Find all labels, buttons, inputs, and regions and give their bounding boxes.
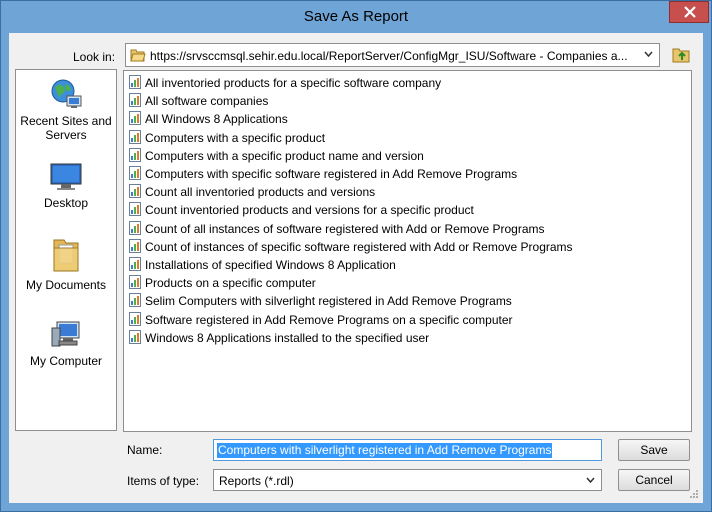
report-icon xyxy=(129,275,141,290)
file-name: Installations of specified Windows 8 App… xyxy=(145,258,396,272)
name-label: Name: xyxy=(127,443,163,457)
file-name: All Windows 8 Applications xyxy=(145,112,288,127)
places-bar: Recent Sites and Servers Desktop My Docu… xyxy=(15,69,117,431)
look-in-path: https://srvsccmsql.sehir.edu.local/Repor… xyxy=(150,49,628,63)
look-in-dropdown[interactable]: https://srvsccmsql.sehir.edu.local/Repor… xyxy=(125,43,660,67)
report-icon xyxy=(129,257,141,271)
file-name: Windows 8 Applications installed to the … xyxy=(145,330,430,345)
place-label: Recent Sites and Servers xyxy=(20,114,112,142)
report-icon xyxy=(129,147,141,162)
report-icon xyxy=(129,220,141,235)
report-icon xyxy=(129,202,141,217)
title-bar[interactable]: Save As Report xyxy=(1,1,711,33)
place-label: My Computer xyxy=(29,354,103,368)
report-icon xyxy=(129,129,141,144)
report-icon xyxy=(129,329,141,344)
file-name: All inventoried products for a specific … xyxy=(145,76,442,90)
file-name: Computers with specific software registe… xyxy=(145,167,518,181)
cancel-button[interactable]: Cancel xyxy=(618,469,690,491)
report-icon xyxy=(129,111,141,126)
report-icon xyxy=(129,166,141,180)
name-input[interactable]: Computers with silverlight registered in… xyxy=(213,439,602,461)
open-folder-icon xyxy=(130,49,146,62)
chevron-down-icon xyxy=(586,477,595,483)
report-icon xyxy=(129,75,141,89)
report-icon xyxy=(129,184,141,199)
save-button[interactable]: Save xyxy=(618,439,690,461)
file-name: Count inventoried products and versions … xyxy=(145,203,474,218)
file-name: Count of instances of specific software … xyxy=(145,239,573,254)
items-of-type-label: Items of type: xyxy=(127,474,200,488)
file-name: Selim Computers with silverlight registe… xyxy=(145,294,512,309)
close-icon xyxy=(684,6,696,18)
file-name: Count all inventoried products and versi… xyxy=(145,185,376,200)
computer-icon xyxy=(51,321,80,347)
file-name: Computers with a specific product name a… xyxy=(145,148,424,163)
dialog-body: Look in: https://srvsccmsql.sehir.edu.lo… xyxy=(9,33,703,503)
file-name: All software companies xyxy=(145,94,269,109)
file-name: Products on a specific computer xyxy=(145,276,316,291)
place-my-documents[interactable]: My Documents xyxy=(16,236,116,292)
globe-computer-icon xyxy=(51,79,82,108)
report-icon xyxy=(129,311,141,326)
file-name: Computers with a specific product xyxy=(145,130,326,145)
place-label: My Documents xyxy=(25,278,107,292)
close-button[interactable] xyxy=(669,1,709,23)
up-one-level-icon[interactable] xyxy=(671,44,691,64)
documents-folder-icon xyxy=(53,239,79,272)
report-icon xyxy=(129,238,141,253)
place-desktop[interactable]: Desktop xyxy=(16,162,116,210)
save-as-report-dialog: Save As Report Look in: https://srvsccms… xyxy=(0,0,712,512)
file-name: Count of all instances of software regis… xyxy=(145,221,545,236)
dialog-title: Save As Report xyxy=(303,8,409,25)
place-my-computer[interactable]: My Computer xyxy=(16,318,116,368)
chevron-down-icon xyxy=(644,51,653,57)
file-name: Software registered in Add Remove Progra… xyxy=(145,312,513,327)
resize-grip-icon[interactable] xyxy=(689,489,699,499)
file-list[interactable]: All inventoried products for a specific … xyxy=(123,70,692,432)
items-of-type-value: Reports (*.rdl) xyxy=(219,474,294,488)
items-of-type-dropdown[interactable]: Reports (*.rdl) xyxy=(213,469,602,491)
name-input-selected-text: Computers with silverlight registered in… xyxy=(217,443,553,458)
desktop-icon xyxy=(50,163,82,190)
look-in-label: Look in: xyxy=(73,50,116,64)
report-icon xyxy=(129,293,141,308)
report-icon xyxy=(129,93,141,108)
place-label: Desktop xyxy=(43,196,89,210)
place-recent-sites[interactable]: Recent Sites and Servers xyxy=(16,78,116,142)
